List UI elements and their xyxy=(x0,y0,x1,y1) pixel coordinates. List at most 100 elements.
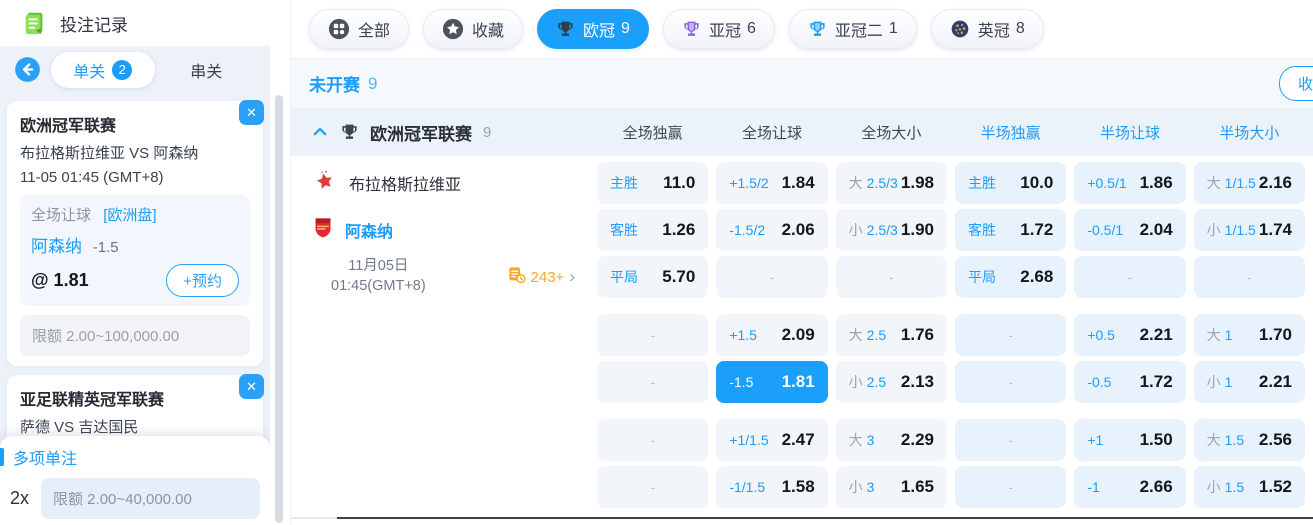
slip-teams: 萨德 VS 吉达国民 xyxy=(20,419,139,436)
slip-league: 亚足联精英冠军联赛 xyxy=(20,392,165,409)
slip-tab-band: 单关 2 串关 xyxy=(0,46,270,93)
pick-market-type: [欧洲盘] xyxy=(103,207,157,224)
odds-cell-empty: - xyxy=(597,314,709,356)
more-markets-link[interactable]: 243+ › xyxy=(508,266,575,289)
pick-market-label: 全场让球 xyxy=(31,207,92,224)
odds-cell-empty: - xyxy=(597,361,709,403)
star-icon xyxy=(442,18,464,40)
betting-page: 投注记录 单关 2 串关 ✕ 欧洲冠军联赛 布拉格斯拉维亚 VS 阿森纳 11-… xyxy=(0,0,1313,525)
multiplier-label: 2x xyxy=(10,488,30,508)
tab-label: 收藏 xyxy=(472,23,505,40)
red-star-icon xyxy=(313,169,337,198)
away-team-name: 阿森纳 xyxy=(345,224,394,241)
odds-block-2: - +1.5 2.09 大 2.5 1.76- +0.5 2.21 大 1 1.70- -1.5 1.8… xyxy=(291,314,1313,403)
pick-market: 全场让球 [欧洲盘] xyxy=(31,204,239,225)
collapse-button[interactable]: 收起 xyxy=(1278,66,1313,101)
chevron-up-icon[interactable] xyxy=(311,123,329,141)
slip-mode-tabs: 单关 2 串关 xyxy=(51,51,259,88)
tab-label: 全部 xyxy=(358,23,391,40)
vertical-scrollbar[interactable] xyxy=(275,95,283,523)
odds-cell-+1.5[interactable]: +1.5 2.09 xyxy=(716,314,828,356)
column-header-半场独赢: 半场独赢 xyxy=(980,124,1041,142)
column-header-半场让球: 半场让球 xyxy=(1099,124,1160,142)
odds-cell-1/1.5[interactable]: 大 1/1.5 2.16 xyxy=(1193,162,1305,204)
odds-cell-+1/1.5[interactable]: +1/1.5 2.47 xyxy=(716,419,828,461)
tab-parlay-label: 串关 xyxy=(190,63,223,81)
odds-cell--0.5[interactable]: -0.5 1.72 xyxy=(1074,361,1186,403)
close-icon[interactable]: ✕ xyxy=(239,100,264,125)
odds-cell-empty: - xyxy=(955,466,1067,508)
pick-odds: @ 1.81 xyxy=(31,270,89,290)
empty-info-cell xyxy=(291,466,589,508)
odds-cell-2.5/3[interactable]: 大 2.5/3 1.98 xyxy=(835,162,947,204)
odds-cell-3[interactable]: 大 3 2.29 xyxy=(835,419,947,461)
odds-cell-平局[interactable]: 平局 5.70 xyxy=(597,256,709,298)
competition-tabs: 全部 收藏 欧冠 9 亚冠 6 亚冠二 1 英冠 8 xyxy=(291,0,1313,58)
tab-parlay-bet[interactable]: 串关 xyxy=(155,52,259,88)
odds-cell-主胜[interactable]: 主胜 11.0 xyxy=(597,162,709,204)
home-team-name: 布拉格斯拉维亚 xyxy=(349,177,462,194)
odds-cell--1/1.5[interactable]: -1/1.5 1.58 xyxy=(716,466,828,508)
odds-cell-1.5[interactable]: 大 1.5 2.56 xyxy=(1193,419,1305,461)
league-title-cell[interactable]: 欧洲冠军联赛 9 xyxy=(291,120,589,145)
odds-cell-3[interactable]: 小 3 1.65 xyxy=(835,466,947,508)
odds-block-1: 布拉格斯拉维亚 主胜 11.0 +1.5/2 1.84 大 2.5/3 1.98 主胜 10.0 +… xyxy=(291,162,1313,298)
odds-cell-平局[interactable]: 平局 2.68 xyxy=(955,256,1067,298)
odds-cell-+1[interactable]: +1 1.50 xyxy=(1074,419,1186,461)
close-icon[interactable]: ✕ xyxy=(239,374,264,399)
odds-cell-1/1.5[interactable]: 小 1/1.5 1.74 xyxy=(1193,209,1305,251)
odds-cell-empty: - xyxy=(716,256,828,298)
league-trophy-icon xyxy=(342,124,357,139)
home-team-row: 布拉格斯拉维亚 xyxy=(291,162,589,204)
odds-cell-empty: - xyxy=(955,419,1067,461)
odds-cell--0.5/1[interactable]: -0.5/1 2.04 xyxy=(1074,209,1186,251)
reserve-button[interactable]: +预约 xyxy=(166,264,239,297)
match-datetime: 11月05日 01:45(GMT+8) xyxy=(331,258,426,294)
odds-cell-客胜[interactable]: 客胜 1.26 xyxy=(597,209,709,251)
status-label: 未开赛 xyxy=(309,76,360,95)
tab-全部[interactable]: 全部 xyxy=(309,9,410,49)
column-header-全场大小: 全场大小 xyxy=(861,124,922,142)
tab-亚冠[interactable]: 亚冠 6 xyxy=(662,9,775,49)
tab-收藏[interactable]: 收藏 xyxy=(423,9,524,49)
league-count: 9 xyxy=(483,123,492,141)
odds-cell-2.5/3[interactable]: 小 2.5/3 1.90 xyxy=(835,209,947,251)
odds-cell-主胜[interactable]: 主胜 10.0 xyxy=(955,162,1067,204)
odds-cell-2.5[interactable]: 大 2.5 1.76 xyxy=(835,314,947,356)
ucl-trophy-icon xyxy=(556,20,575,39)
grid-icon xyxy=(328,18,350,40)
back-arrow-icon[interactable] xyxy=(14,56,41,83)
pick-team: 阿森纳 -1.5 xyxy=(31,232,239,257)
away-team-row: 阿森纳 xyxy=(291,209,589,251)
tab-欧冠[interactable]: 欧冠 9 xyxy=(537,9,649,49)
odds-cell-empty: - xyxy=(955,314,1067,356)
odds-cell-+0.5/1[interactable]: +0.5/1 1.86 xyxy=(1074,162,1186,204)
odds-cell-1[interactable]: 大 1 1.70 xyxy=(1193,314,1305,356)
chevron-right-icon: › xyxy=(569,267,575,286)
column-header-全场独赢: 全场独赢 xyxy=(622,124,683,142)
tab-single-bet[interactable]: 单关 2 xyxy=(51,51,155,88)
tab-single-label: 单关 xyxy=(73,63,106,81)
odds-cell-客胜[interactable]: 客胜 1.72 xyxy=(955,209,1067,251)
odds-cell--1.5[interactable]: -1.5 1.81 xyxy=(716,361,828,403)
slip-league: 欧洲冠军联赛 xyxy=(20,118,117,135)
odds-cell--1.5/2[interactable]: -1.5/2 2.06 xyxy=(716,209,828,251)
bet-slip-card-1: ✕ 欧洲冠军联赛 布拉格斯拉维亚 VS 阿森纳 11-05 01:45 (GMT… xyxy=(7,100,264,366)
odds-cell-1[interactable]: 小 1 2.21 xyxy=(1193,361,1305,403)
odds-cell-1.5[interactable]: 小 1.5 1.52 xyxy=(1193,466,1305,508)
sidebar-title: 投注记录 xyxy=(60,15,128,35)
markets-icon xyxy=(508,266,526,289)
odds-cell--1[interactable]: -1 2.66 xyxy=(1074,466,1186,508)
odds-cell-2.5[interactable]: 小 2.5 2.13 xyxy=(835,361,947,403)
slip-teams: 布拉格斯拉维亚 VS 阿森纳 xyxy=(20,145,199,162)
tab-count: 9 xyxy=(621,20,630,37)
odds-cell-empty: - xyxy=(597,466,709,508)
tab-英冠[interactable]: 英冠 8 xyxy=(930,9,1044,49)
match-status-band: 未开赛 9 收起 xyxy=(291,58,1313,108)
odds-cell-empty: - xyxy=(835,256,947,298)
odds-cell-+1.5/2[interactable]: +1.5/2 1.84 xyxy=(716,162,828,204)
odds-cell-empty: - xyxy=(1074,256,1186,298)
odds-cell-empty: - xyxy=(1193,256,1305,298)
tab-亚冠二[interactable]: 亚冠二 1 xyxy=(788,9,917,49)
odds-cell-+0.5[interactable]: +0.5 2.21 xyxy=(1074,314,1186,356)
